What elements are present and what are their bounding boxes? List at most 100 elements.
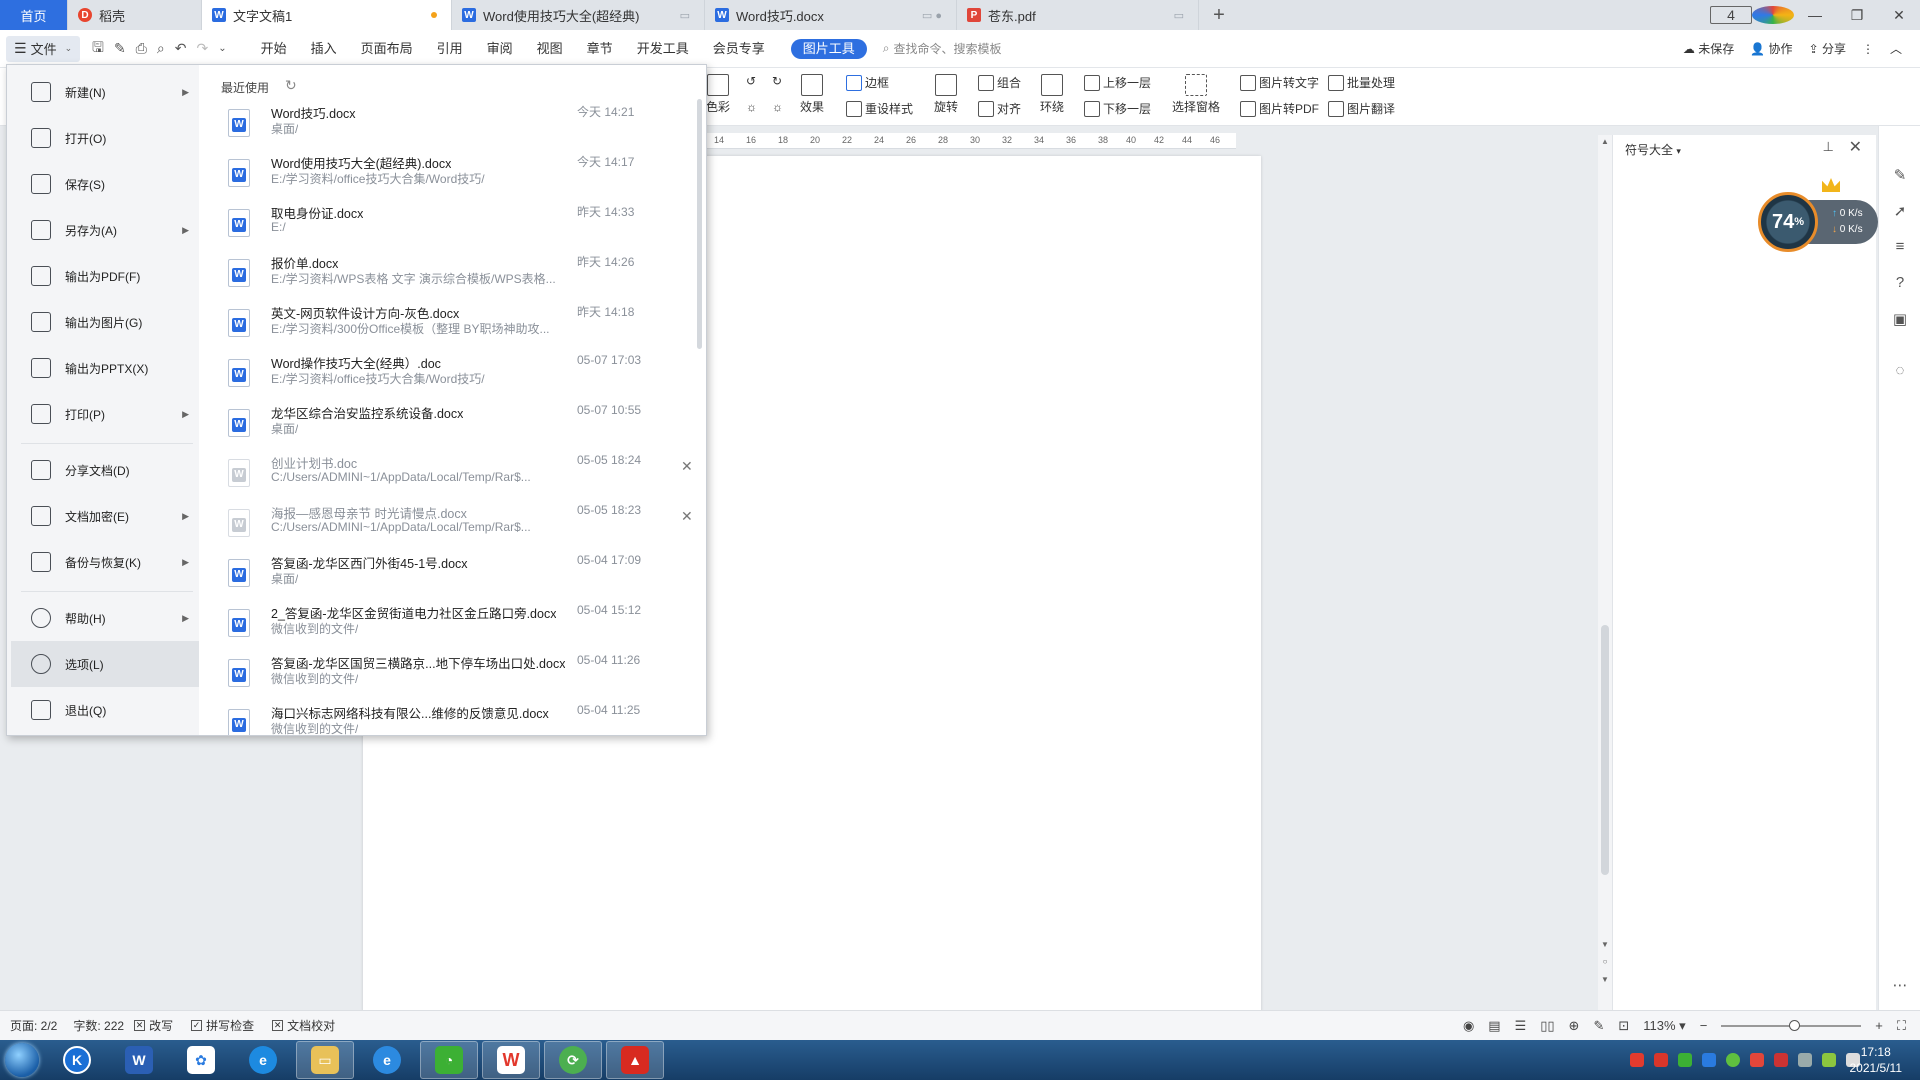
taskbar-app-green[interactable]: ⟳ (544, 1041, 602, 1079)
sogou-input-icon[interactable] (1630, 1053, 1644, 1067)
print-preview-icon[interactable]: ⌕ (157, 40, 165, 57)
taskbar-app-word[interactable]: W (110, 1041, 168, 1079)
recent-file-item[interactable]: 海口兴标志网络科技有限公...维修的反馈意见.docx微信收到的文件/05-04… (199, 699, 689, 735)
undo-icon[interactable]: ↶ (175, 40, 187, 57)
wrap-button[interactable]: 环绕 (1040, 74, 1064, 115)
taskbar-app-ie[interactable]: e (234, 1041, 292, 1079)
taskbar-app-wps[interactable]: W (482, 1041, 540, 1079)
minimize-button[interactable]: — (1794, 7, 1836, 23)
remove-icon[interactable]: ✕ (681, 508, 693, 525)
taskbar-app-browser[interactable]: e (358, 1041, 416, 1079)
edit-icon[interactable]: ✎ (1891, 166, 1909, 184)
backup-icon[interactable]: ▣ (1891, 310, 1909, 328)
save-icon[interactable]: 🖫 (92, 37, 104, 61)
redo-icon[interactable]: ↷ (196, 40, 208, 57)
tab-developer[interactable]: 开发工具 (625, 30, 701, 68)
zoom-in-icon[interactable]: + (1875, 1018, 1883, 1033)
page-view-icon[interactable]: ▤ (1488, 1018, 1500, 1034)
taskbar-app-explorer[interactable]: ▭ (296, 1041, 354, 1079)
adjust-icon[interactable]: ≡ (1891, 238, 1909, 256)
vertical-scrollbar[interactable]: ▲ ▼ ○ ▼ (1598, 135, 1612, 1010)
file-menu-export-image[interactable]: 输出为图片(G) (11, 299, 199, 345)
reset-style-button[interactable]: 重设样式 (846, 100, 913, 117)
format-painter-icon[interactable]: ✎ (114, 40, 126, 57)
green-tray-icon[interactable] (1726, 1053, 1740, 1067)
recent-file-item[interactable]: 龙华区综合治安监控系统设备.docx桌面/05-07 10:55 (199, 399, 689, 449)
print-icon[interactable]: ⎙ (136, 40, 147, 57)
brightness-up-button[interactable]: ☼ (746, 100, 757, 114)
security-tray-icon[interactable] (1750, 1053, 1764, 1067)
file-menu-export-pdf[interactable]: 输出为PDF(F) (11, 253, 199, 299)
recent-file-item[interactable]: 海报—感恩母亲节 时光请慢点.docxC:/Users/ADMINI~1/App… (199, 499, 693, 549)
refresh-icon[interactable]: ↻ (285, 77, 297, 94)
selection-pane-button[interactable]: 选择窗格 (1172, 74, 1220, 115)
taskbar-app-pdf[interactable]: ▲ (606, 1041, 664, 1079)
system-clock[interactable]: 17:18 2021/5/11 (1850, 1044, 1903, 1076)
unsaved-button[interactable]: ☁ 未保存 (1683, 40, 1734, 57)
recent-file-item[interactable]: 创业计划书.docC:/Users/ADMINI~1/AppData/Local… (199, 449, 693, 499)
zoom-slider-knob[interactable] (1789, 1019, 1801, 1031)
tab-pdf[interactable]: P 苍东.pdf ▭ (957, 0, 1199, 30)
select-pointer-icon[interactable]: ➚ (1891, 202, 1909, 220)
rotate-left-button[interactable]: ↺ (746, 74, 756, 88)
batch-button[interactable]: 批量处理 (1328, 74, 1395, 91)
effect-button[interactable]: 效果 (800, 74, 824, 115)
tab-active-document[interactable]: W 文字文稿1 (202, 0, 452, 30)
file-menu-save-as[interactable]: 另存为(A) ▶ (11, 207, 199, 253)
file-menu-open[interactable]: 打开(O) (11, 115, 199, 161)
recent-file-item[interactable]: Word操作技巧大全(经典）.docE:/学习资料/office技巧大合集/Wo… (199, 349, 689, 399)
recent-files-scrollbar[interactable] (697, 99, 702, 349)
file-menu-new[interactable]: 新建(N) ▶ (11, 69, 199, 115)
recent-file-item[interactable]: 报价单.docxE:/学习资料/WPS表格 文字 演示综合模板/WPS表格...… (199, 249, 689, 299)
tab-home[interactable]: 首页 (0, 0, 68, 30)
pic-translate-button[interactable]: 图片翻译 (1328, 100, 1395, 117)
wechat-tray-icon[interactable] (1678, 1053, 1692, 1067)
help-icon[interactable]: ? (1891, 274, 1909, 292)
recent-file-item[interactable]: 答复函-龙华区国贸三横路京...地下停车场出口处.docx微信收到的文件/05-… (199, 649, 689, 699)
recent-file-item[interactable]: 英文-网页软件设计方向-灰色.docxE:/学习资料/300份Office模板（… (199, 299, 689, 349)
bluetooth-tray-icon[interactable] (1702, 1053, 1716, 1067)
rotate-button[interactable]: 旋转 (934, 74, 958, 115)
tab-member[interactable]: 会员专享 (701, 30, 777, 68)
page-indicator[interactable]: 页面: 2/2 (10, 1017, 57, 1034)
file-menu-options[interactable]: 选项(L) (11, 641, 199, 687)
tab-insert[interactable]: 插入 (299, 30, 349, 68)
tab-references[interactable]: 引用 (425, 30, 475, 68)
file-menu-help[interactable]: 帮助(H) ▶ (11, 595, 199, 641)
customize-toolbar-icon[interactable]: ⌄ (218, 43, 226, 54)
next-page-icon[interactable]: ▼ (1598, 975, 1612, 984)
tab-view[interactable]: 视图 (525, 30, 575, 68)
fullscreen-icon[interactable]: ⛶ (1897, 1018, 1906, 1034)
align-button[interactable]: 对齐 (978, 100, 1021, 117)
network-speed-widget[interactable]: 74% ↑ 0 K/s ↓ 0 K/s (1758, 178, 1878, 252)
collapse-ribbon-icon[interactable]: ︿ (1890, 40, 1902, 57)
tab-document[interactable]: W Word使用技巧大全(超经典) ▭ (452, 0, 705, 30)
proofread-toggle[interactable]: ✕ 文档校对 (272, 1017, 335, 1034)
restore-button[interactable]: ❐ (1836, 7, 1878, 24)
revise-toggle[interactable]: ✕ 改写 (134, 1017, 173, 1034)
volume-tray-icon[interactable] (1798, 1053, 1812, 1067)
taskbar-app-baidu[interactable]: ✿ (172, 1041, 230, 1079)
scrollbar-thumb[interactable] (1601, 625, 1609, 875)
recent-file-item[interactable]: Word技巧.docx桌面/今天 14:21 (199, 99, 689, 149)
command-search[interactable]: ⌕ 查找命令、搜索模板 (883, 40, 1002, 57)
share-button[interactable]: ⇪ 分享 (1809, 40, 1846, 57)
flag-tray-icon[interactable] (1822, 1053, 1836, 1067)
web-view-icon[interactable]: ⊕ (1569, 1018, 1580, 1034)
wps-tray-icon[interactable] (1654, 1053, 1668, 1067)
file-menu-encrypt[interactable]: 文档加密(E) ▶ (11, 493, 199, 539)
feedback-icon[interactable]: ◌ (1891, 362, 1909, 380)
zoom-slider[interactable] (1721, 1019, 1862, 1031)
file-menu-print[interactable]: 打印(P) ▶ (11, 391, 199, 437)
close-button[interactable]: ✕ (1878, 7, 1920, 24)
skin-theme-button[interactable] (1752, 6, 1794, 25)
tab-document[interactable]: W Word技巧.docx ▭ ● (705, 0, 957, 30)
recent-file-item[interactable]: 2_答复函-龙华区金贸街道电力社区金丘路口旁.docx微信收到的文件/05-04… (199, 599, 689, 649)
pic-to-pdf-button[interactable]: 图片转PDF (1240, 100, 1319, 117)
pic-to-text-button[interactable]: 图片转文字 (1240, 74, 1319, 91)
file-menu-exit[interactable]: 退出(Q) (11, 687, 199, 733)
remove-icon[interactable]: ✕ (681, 458, 693, 475)
reading-view-icon[interactable]: ▯▯ (1540, 1018, 1554, 1034)
outline-view-icon[interactable]: ☰ (1515, 1018, 1527, 1034)
group-button[interactable]: 组合 (978, 74, 1021, 91)
